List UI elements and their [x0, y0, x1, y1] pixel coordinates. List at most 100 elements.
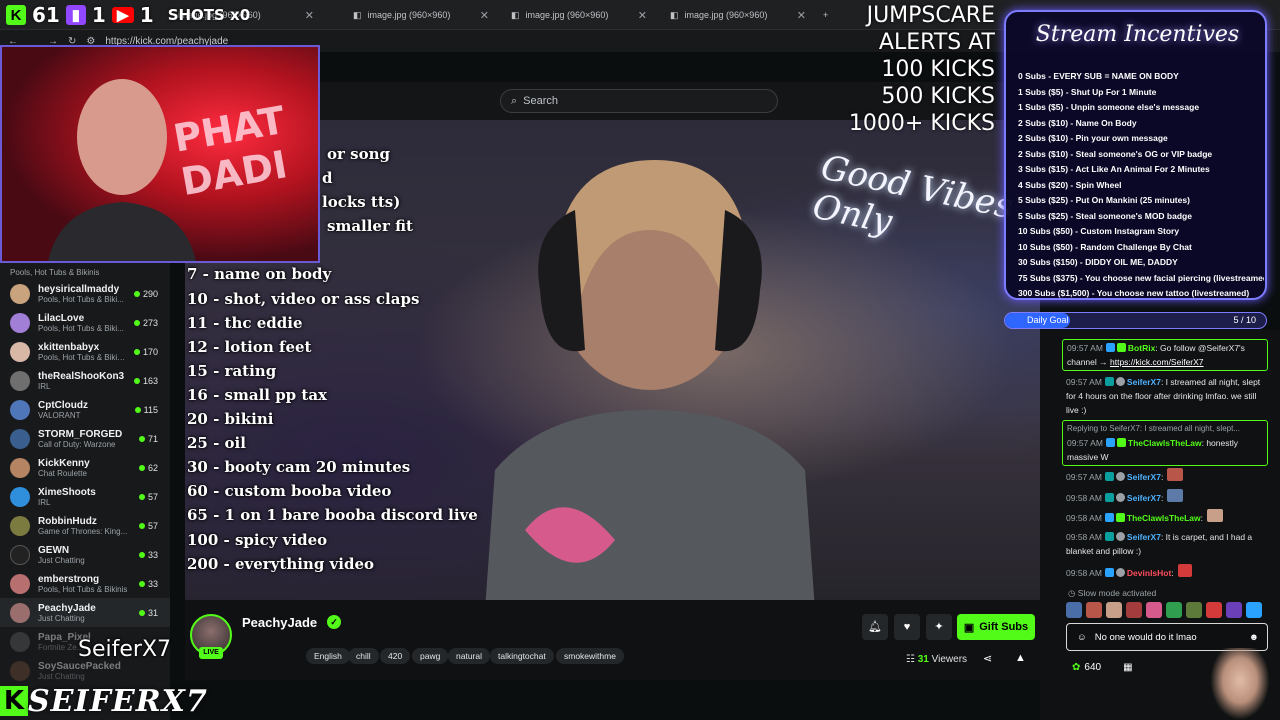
notification-bell-button[interactable]: 🔔︎ [862, 614, 888, 640]
chat-message: 09:58 AM TheClawlsTheLaw: [1066, 509, 1266, 525]
emote-button[interactable] [1146, 602, 1162, 618]
browser-tab[interactable]: ◧ image.jpg (960×960) ✕ [503, 4, 653, 26]
chat-username[interactable]: TheClawlsTheLaw [1127, 513, 1201, 523]
browser-tab[interactable]: ◧ image.jpg (960×960) ✕ [662, 4, 812, 26]
emote-button[interactable] [1226, 602, 1242, 618]
channel-points[interactable]: ✿ 640 ▦ [1072, 662, 1133, 673]
avatar [10, 660, 30, 681]
tip-menu-line: 7 - name on body [187, 265, 332, 284]
browser-tab[interactable]: ◧ image.jpg (960×960) ✕ [345, 4, 495, 26]
seifer-name-overlay: SeiferX7 [78, 637, 172, 662]
emote-image [1177, 564, 1192, 577]
sidebar-channel-item[interactable]: GEWN Just Chatting 33 [0, 540, 170, 569]
page-icon: ◧ [353, 9, 362, 20]
heart-icon: ♥ [903, 621, 911, 633]
tip-menu-line: 100 - spicy video [187, 530, 328, 549]
emote-badge-icon [1115, 532, 1125, 541]
message-text: : [1171, 568, 1174, 578]
jumpscare-line: 100 KICKS [881, 57, 995, 82]
viewer-count: 62 [138, 463, 158, 473]
close-icon[interactable]: ✕ [305, 9, 314, 22]
report-icon[interactable]: ▲ [1015, 652, 1026, 664]
sub-badge-icon [1104, 472, 1114, 481]
emote-button[interactable] [1106, 602, 1122, 618]
channel-name: xkittenbabyx [38, 341, 100, 353]
search-input[interactable]: ⌕ Search [500, 89, 778, 113]
new-tab-button[interactable]: + [815, 4, 839, 26]
jumpscare-line: 1000+ KICKS [848, 111, 995, 136]
sidebar-channel-item[interactable]: KickKenny Chat Roulette 62 [0, 453, 170, 482]
sidebar-channel-item[interactable]: xkittenbabyx Pools, Hot Tubs & Bikinis 17… [0, 337, 170, 366]
follow-button[interactable]: ♥ [894, 614, 920, 640]
sidebar-channel-item[interactable]: emberstrong Pools, Hot Tubs & Bikinis 33 [0, 569, 170, 598]
chat-username[interactable]: SeiferX7 [1127, 472, 1161, 482]
chat-username[interactable]: BotRix [1128, 343, 1155, 353]
emote-picker-icon[interactable]: ☻ [1249, 632, 1259, 643]
chat-username[interactable]: SeiferX7 [1127, 377, 1161, 387]
tip-menu-line: 16 - small pp tax [187, 385, 327, 404]
stream-tag[interactable]: pawg [412, 648, 449, 664]
sidebar-channel-item[interactable]: STORM_FORGED Call of Duty: Warzone 71 [0, 424, 170, 453]
stream-tag[interactable]: talkingtochat [490, 648, 554, 664]
close-icon[interactable]: ✕ [797, 9, 806, 22]
chat-input[interactable]: ☺ No one would do it lmao ☻ [1066, 623, 1268, 651]
channel-category: Call of Duty: Warzone [38, 439, 116, 449]
stream-tag[interactable]: chill [348, 648, 379, 664]
close-icon[interactable]: ✕ [638, 9, 647, 22]
avatar [10, 283, 30, 304]
emote-button[interactable] [1086, 602, 1102, 618]
close-icon[interactable]: ✕ [480, 9, 489, 22]
sidebar-channel-item[interactable]: LilacLove Pools, Hot Tubs & Biki... 273 [0, 308, 170, 337]
emote-button[interactable] [1166, 602, 1182, 618]
chat-username[interactable]: SeiferX7 [1127, 493, 1161, 503]
streamer-name[interactable]: PeachyJade [242, 615, 317, 630]
emote-image [1206, 509, 1223, 522]
youtube-icon: ▶ [111, 7, 134, 24]
gift-subs-button[interactable]: ▣ Gift Subs [957, 614, 1035, 640]
sidebar-channel-item-active[interactable]: PeachyJade Just Chatting 31 [0, 598, 170, 627]
sub-badge-icon [1104, 568, 1114, 577]
chat-username[interactable]: DevinlsHot [1127, 568, 1171, 578]
viewers-number: 31 [917, 654, 929, 665]
emote-button[interactable] [1186, 602, 1202, 618]
channel-category: Pools, Hot Tubs & Bikinis [38, 352, 126, 362]
tip-menu-line: 15 - rating [187, 361, 277, 380]
emoji-icon[interactable]: ☺ [1077, 632, 1087, 643]
chat-username[interactable]: TheClawlsTheLaw [1128, 438, 1202, 448]
emote-button[interactable] [1066, 602, 1082, 618]
message-text: : [1160, 493, 1164, 503]
emote-button[interactable] [1126, 602, 1142, 618]
message-link[interactable]: https://kick.com/SeiferX7 [1110, 357, 1204, 367]
channel-category: Pools, Hot Tubs & Bikinis [38, 584, 128, 594]
channel-name: emberstrong [38, 573, 100, 585]
facecam-overlay: PHAT DADI [0, 45, 320, 263]
channel-category: Pools, Hot Tubs & Biki... [38, 294, 124, 304]
emote-button[interactable] [1246, 602, 1262, 618]
chat-message: 09:57 AM SeiferX7: [1066, 468, 1266, 484]
sidebar-channel-item[interactable]: CptCloudz VALORANT 115 [0, 395, 170, 424]
stream-tag[interactable]: English [306, 648, 350, 664]
store-icon[interactable]: ▦ [1123, 662, 1132, 673]
stream-tag[interactable]: 420 [380, 648, 411, 664]
incentive-item: 1 Subs ($5) - Unpin someone else's messa… [1018, 102, 1200, 112]
emote-button[interactable] [1206, 602, 1222, 618]
channel-category: Just Chatting [38, 671, 85, 681]
jumpscare-alert-text: JUMPSCARE ALERTS AT 100 KICKS 500 KICKS … [840, 2, 995, 137]
sidebar-channel-item[interactable]: RobbinHudz Game of Thrones: King... 57 [0, 511, 170, 540]
viewer-count: 33 [138, 579, 158, 589]
clip-button[interactable]: ✦ [926, 614, 952, 640]
goal-count: 5 / 10 [1233, 315, 1256, 325]
slow-mode-text: Slow mode activated [1077, 588, 1157, 598]
chat-message: 09:57 AM BotRix: Go follow @SeiferX7's ch… [1062, 339, 1268, 371]
sidebar-channel-item[interactable]: XimeShoots IRL 57 [0, 482, 170, 511]
chat-username[interactable]: SeiferX7 [1127, 532, 1161, 542]
share-icon[interactable]: ⋖ [983, 652, 992, 665]
stream-tag[interactable]: natural [448, 648, 490, 664]
tip-menu-line: 200 - everything video [187, 554, 375, 573]
stream-tag[interactable]: smokewithme [556, 648, 624, 664]
youtube-count: 1 [139, 3, 154, 27]
viewer-count: 163 [133, 376, 158, 386]
sidebar-channel-item[interactable]: heysiricallmaddy Pools, Hot Tubs & Biki..… [0, 279, 170, 308]
sidebar-channel-item[interactable]: theRealShooKon3 IRL 163 [0, 366, 170, 395]
bot-badge-icon [1105, 343, 1115, 352]
